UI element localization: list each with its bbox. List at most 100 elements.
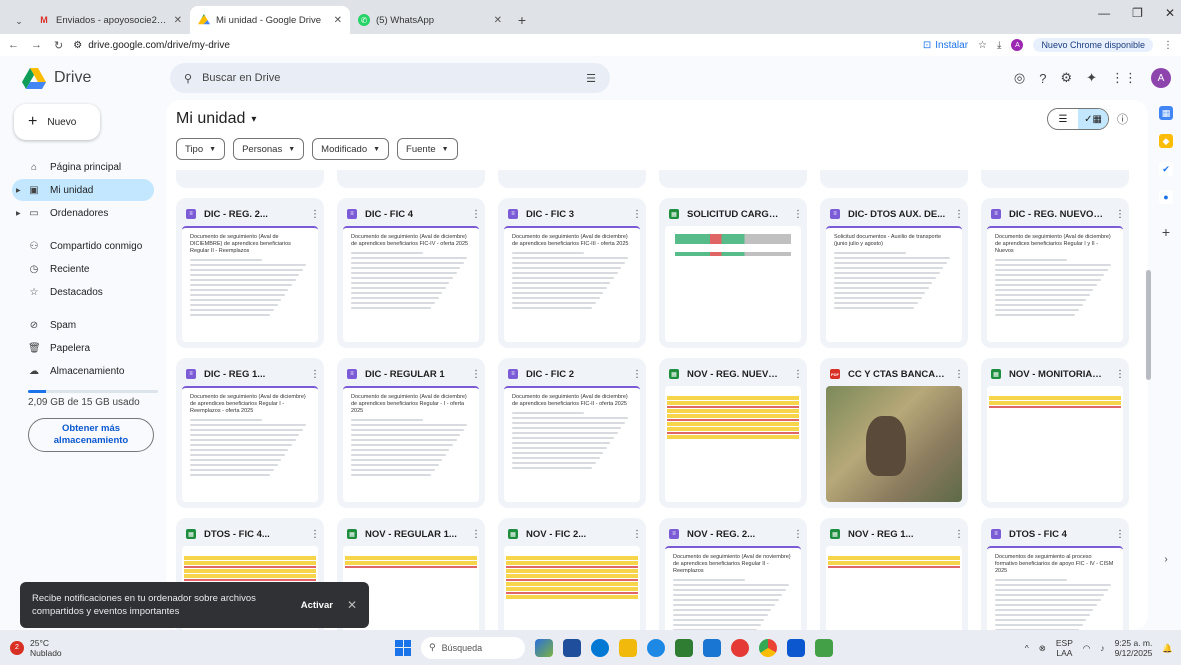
sidebar-item-recent[interactable]: ◷ Reciente <box>12 258 154 280</box>
file-card-stub[interactable] <box>659 170 807 188</box>
new-tab-button[interactable]: + <box>510 6 534 34</box>
mail-app-icon[interactable] <box>703 638 721 657</box>
edge-browser-icon[interactable] <box>647 638 665 657</box>
calendar-icon[interactable]: ▦ <box>1159 106 1173 120</box>
more-options-icon[interactable]: ⋮ <box>793 369 803 380</box>
bookmark-star-icon[interactable]: ☆ <box>978 40 987 51</box>
file-card[interactable]: ▦ NOV - REG 1... ⋮ <box>820 518 968 630</box>
info-icon[interactable]: ⓘ <box>1117 111 1128 127</box>
install-app-button[interactable]: ⊡ Instalar <box>923 40 968 51</box>
more-options-icon[interactable]: ⋮ <box>1115 209 1125 220</box>
file-card[interactable]: ≡ DIC - REGULAR 1 ⋮ Documento de seguimient… <box>337 358 485 508</box>
more-options-icon[interactable]: ⋮ <box>954 209 964 220</box>
more-options-icon[interactable]: ⋮ <box>632 209 642 220</box>
notification-bell-icon[interactable]: 🔔 <box>1162 643 1173 653</box>
windows-start-icon[interactable] <box>395 639 411 656</box>
toast-activate-button[interactable]: Activar <box>301 599 333 612</box>
restore-icon[interactable]: ❐ <box>1132 6 1143 20</box>
app-icon[interactable] <box>787 638 805 657</box>
file-card-stub[interactable] <box>337 170 485 188</box>
get-more-storage-button[interactable]: Obtener más almacenamiento <box>28 418 154 452</box>
new-button[interactable]: + Nuevo <box>14 104 100 140</box>
sidebar-item-my-drive[interactable]: ▶ ▣ Mi unidad <box>12 179 154 201</box>
file-card[interactable]: ▦ NOV - MONITORIAS II - ... ⋮ <box>981 358 1129 508</box>
file-card-stub[interactable] <box>981 170 1129 188</box>
more-options-icon[interactable]: ⋮ <box>310 529 320 540</box>
file-card-stub[interactable] <box>498 170 646 188</box>
task-view-icon[interactable] <box>563 638 581 657</box>
close-icon[interactable]: ✕ <box>174 15 182 26</box>
expand-caret-icon[interactable]: ▶ <box>16 187 21 194</box>
more-options-icon[interactable]: ⋮ <box>793 529 803 540</box>
volume-icon[interactable]: ♪ <box>1100 643 1104 653</box>
filter-type[interactable]: Tipo ▼ <box>176 138 226 160</box>
account-avatar[interactable]: A <box>1151 68 1171 88</box>
filter-source[interactable]: Fuente ▼ <box>397 138 458 160</box>
search-filter-icon[interactable]: ☰ <box>586 72 596 85</box>
keep-icon[interactable]: ◆ <box>1159 134 1173 148</box>
app-icon[interactable] <box>815 638 833 657</box>
close-icon[interactable]: ✕ <box>347 598 357 612</box>
apps-grid-icon[interactable]: ⋮⋮ <box>1111 70 1137 86</box>
copilot-icon[interactable] <box>591 638 609 657</box>
reload-icon[interactable]: ↻ <box>54 39 63 52</box>
file-card[interactable]: ▦ NOV - FIC 2... ⋮ <box>498 518 646 630</box>
more-options-icon[interactable]: ⋮ <box>310 369 320 380</box>
page-title-dropdown[interactable]: Mi unidad ▾ <box>166 100 1148 138</box>
settings-gear-icon[interactable]: ⚙ <box>1060 70 1072 86</box>
file-card-stub[interactable] <box>820 170 968 188</box>
file-card-stub[interactable] <box>176 170 324 188</box>
chrome-menu-icon[interactable]: ⋮ <box>1163 40 1173 51</box>
sidebar-item-home[interactable]: ⌂ Página principal <box>12 156 154 178</box>
gemini-sparkle-icon[interactable]: ✦ <box>1086 70 1097 86</box>
file-card[interactable]: ≡ DIC - FIC 3 ⋮ Documento de seguimiento (A… <box>498 198 646 348</box>
file-card[interactable]: ▦ SOLICITUD CARGUE... ⋮ <box>659 198 807 348</box>
sidebar-item-starred[interactable]: ☆ Destacados <box>12 281 154 303</box>
more-options-icon[interactable]: ⋮ <box>1115 369 1125 380</box>
browser-tab-whatsapp[interactable]: ✆ (5) WhatsApp ✕ <box>350 6 510 34</box>
more-options-icon[interactable]: ⋮ <box>471 209 481 220</box>
more-options-icon[interactable]: ⋮ <box>954 369 964 380</box>
browser-tab-gmail[interactable]: M Enviados - apoyosocie2025@ ✕ <box>30 6 190 34</box>
tray-app-icon[interactable]: ⊗ <box>1039 643 1046 653</box>
contacts-icon[interactable]: ● <box>1159 190 1173 204</box>
collapse-panel-chevron-icon[interactable]: › <box>1164 554 1167 565</box>
download-icon[interactable]: ⤓ <box>997 40 1001 51</box>
sidebar-item-storage[interactable]: ☁ Almacenamiento <box>12 360 154 382</box>
profile-avatar[interactable]: A <box>1011 39 1024 51</box>
offline-status-icon[interactable]: ◎ <box>1014 70 1025 86</box>
sidebar-item-computers[interactable]: ▶ ▭ Ordenadores <box>12 202 154 224</box>
chrome-update-button[interactable]: Nuevo Chrome disponible <box>1033 38 1153 52</box>
browser-tab-drive[interactable]: Mi unidad - Google Drive ✕ <box>190 6 350 34</box>
drive-search-input[interactable]: ⚲ Buscar en Drive ☰ <box>170 63 610 93</box>
close-icon[interactable]: ✕ <box>494 15 502 26</box>
more-options-icon[interactable]: ⋮ <box>632 369 642 380</box>
expand-caret-icon[interactable]: ▶ <box>16 210 21 217</box>
sidebar-item-spam[interactable]: ⊘ Spam <box>12 314 154 336</box>
wifi-icon[interactable]: ◠ <box>1083 643 1090 653</box>
more-options-icon[interactable]: ⋮ <box>310 209 320 220</box>
more-options-icon[interactable]: ⋮ <box>793 209 803 220</box>
file-card[interactable]: ≡ DIC - FIC 2 ⋮ Documento de seguimiento (A… <box>498 358 646 508</box>
file-card[interactable]: ≡ DIC - REG. NUEVOS 1 Y 2 ⋮ Documento de se… <box>981 198 1129 348</box>
file-card[interactable]: ≡ DIC - REG 1... ⋮ Documento de seguimiento… <box>176 358 324 508</box>
filter-modified[interactable]: Modificado ▼ <box>312 138 390 160</box>
more-options-icon[interactable]: ⋮ <box>632 529 642 540</box>
firefox-icon[interactable] <box>731 638 749 657</box>
add-addon-icon[interactable]: + <box>1162 224 1170 240</box>
file-card[interactable]: ≡ DIC- DTOS AUX. DE... ⋮ Solicitud document… <box>820 198 968 348</box>
tasks-icon[interactable]: ✔ <box>1159 162 1173 176</box>
grid-view-button[interactable]: ✓▦ <box>1078 109 1108 129</box>
forward-icon[interactable]: → <box>31 39 42 52</box>
language-indicator[interactable]: ESP LAA <box>1056 638 1073 658</box>
minimize-icon[interactable]: — <box>1098 6 1110 20</box>
site-info-icon[interactable]: ⚙ <box>73 40 82 51</box>
file-card[interactable]: ≡ NOV - REG. 2... ⋮ Documento de seguimient… <box>659 518 807 630</box>
tab-search-chevron-icon[interactable]: ⌄ <box>8 8 30 34</box>
widgets-app-icon[interactable] <box>535 638 553 657</box>
weather-widget[interactable]: 2 25°C Nublado <box>10 638 62 658</box>
close-window-icon[interactable]: ✕ <box>1165 6 1175 20</box>
more-options-icon[interactable]: ⋮ <box>471 369 481 380</box>
file-explorer-icon[interactable] <box>619 638 637 657</box>
help-icon[interactable]: ? <box>1039 71 1046 86</box>
